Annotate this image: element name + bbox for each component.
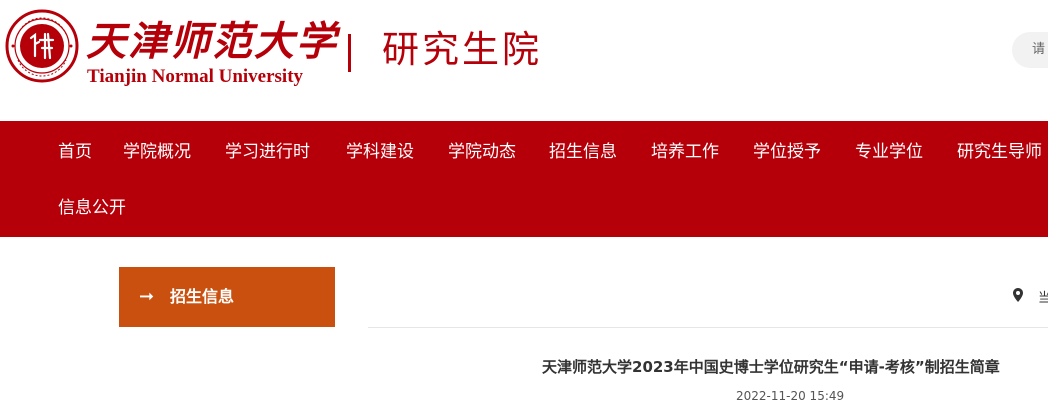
article-date: 2022-11-20 15:49 bbox=[736, 389, 845, 403]
university-seal-icon[interactable] bbox=[4, 4, 80, 89]
breadcrumb-divider bbox=[368, 327, 1048, 328]
university-name-en[interactable]: Tianjin Normal University bbox=[87, 66, 303, 88]
nav-item-home[interactable]: 首页 bbox=[58, 123, 92, 181]
main-nav: 首页 学院概况 学习进行时 学科建设 学院动态 招生信息 培养工作 学位授予 专… bbox=[0, 121, 1048, 237]
arrow-right-icon: ➞ bbox=[139, 286, 155, 307]
nav-item-discipline[interactable]: 学科建设 bbox=[346, 123, 414, 181]
sidebar-section-title: 招生信息 bbox=[170, 287, 235, 306]
department-name[interactable]: 研究生院 bbox=[382, 26, 542, 74]
nav-item-degree[interactable]: 学位授予 bbox=[753, 123, 821, 181]
nav-item-training[interactable]: 培养工作 bbox=[651, 123, 719, 181]
breadcrumb: 当 bbox=[1038, 291, 1048, 306]
nav-item-admission[interactable]: 招生信息 bbox=[549, 123, 617, 181]
nav-item-overview[interactable]: 学院概况 bbox=[123, 123, 191, 181]
location-pin-icon bbox=[1013, 288, 1023, 302]
article-title: 天津师范大学2023年中国史博士学位研究生“申请-考核”制招生简章 bbox=[542, 358, 1000, 376]
nav-item-study[interactable]: 学习进行时 bbox=[225, 123, 310, 181]
site-header: 天津师范大学 Tianjin Normal University 研究生院 请 bbox=[0, 0, 1048, 121]
nav-item-professional[interactable]: 专业学位 bbox=[855, 123, 923, 181]
logo-divider bbox=[348, 34, 351, 72]
university-name-cn[interactable]: 天津师范大学 bbox=[86, 18, 338, 66]
nav-item-disclosure[interactable]: 信息公开 bbox=[58, 179, 126, 237]
sidebar-section-header[interactable]: ➞ 招生信息 bbox=[119, 267, 335, 327]
nav-item-news[interactable]: 学院动态 bbox=[448, 123, 516, 181]
search-input[interactable]: 请 bbox=[1012, 32, 1048, 68]
nav-item-supervisors[interactable]: 研究生导师 bbox=[957, 123, 1042, 181]
